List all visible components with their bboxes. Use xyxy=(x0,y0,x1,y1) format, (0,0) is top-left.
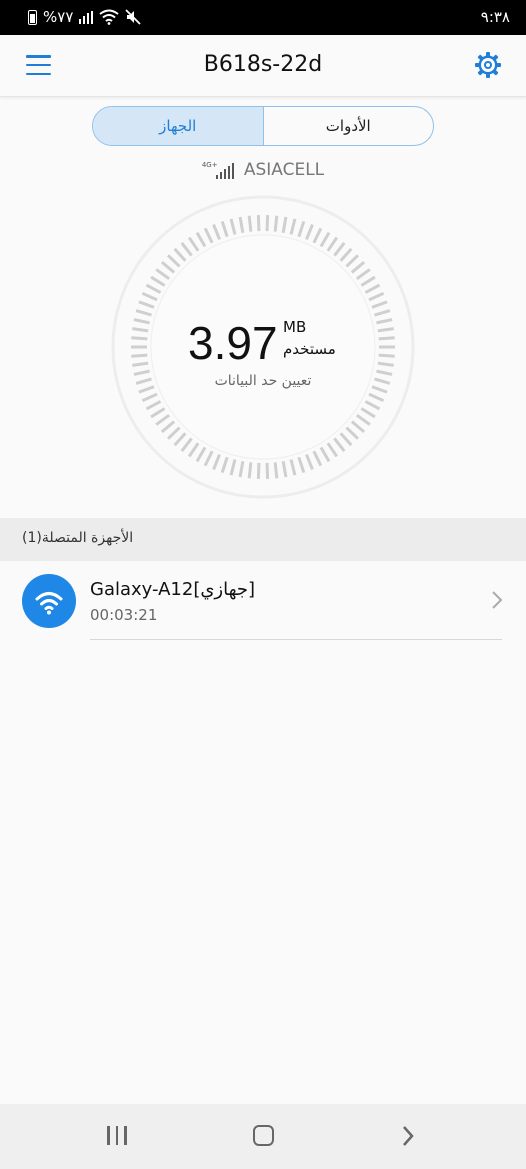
set-data-limit-link[interactable]: تعيين حد البيانات xyxy=(0,373,526,389)
gear-icon[interactable] xyxy=(474,51,502,79)
mute-icon xyxy=(125,9,142,25)
row-divider xyxy=(90,639,502,640)
usage-unit: MB xyxy=(283,318,307,336)
device-duration: 00:03:21 xyxy=(90,606,158,624)
gauge-tick xyxy=(247,462,253,479)
signal-icon xyxy=(79,10,94,24)
connected-devices-header: الأجهزة المتصلة(1) xyxy=(0,518,526,561)
device-name: Galaxy-A12[جهازي] xyxy=(90,579,256,600)
back-icon[interactable] xyxy=(400,1125,416,1147)
recent-apps-icon[interactable] xyxy=(107,1126,127,1145)
wifi-status-icon xyxy=(99,9,120,25)
clock: ٩:٣٨ xyxy=(480,8,510,26)
battery-icon xyxy=(28,9,37,25)
segment-tabs: الجهاز الأدوات xyxy=(92,106,434,146)
chevron-right-icon[interactable] xyxy=(490,590,504,610)
gauge-tick xyxy=(247,215,253,232)
battery-percent: %٧٧ xyxy=(43,8,74,26)
gauge-tick xyxy=(378,336,395,341)
connected-devices-title: الأجهزة المتصلة(1) xyxy=(22,530,134,546)
gauge-tick xyxy=(131,336,148,341)
network-signal-icon: 4G+ xyxy=(202,161,236,179)
system-nav-bar xyxy=(0,1104,526,1169)
app-header: B618s-22d xyxy=(0,35,526,97)
operator-info: 4G+ ASIACELL xyxy=(0,160,526,180)
usage-value: 3.97 xyxy=(188,317,278,369)
wifi-device-icon xyxy=(22,574,76,628)
gauge-tick xyxy=(273,462,279,479)
gauge-tick xyxy=(265,215,270,232)
status-bar: %٧٧ ٩:٣٨ xyxy=(0,0,526,35)
gauge-tick xyxy=(265,462,270,479)
tab-tools[interactable]: الأدوات xyxy=(262,107,434,145)
gauge-tick xyxy=(256,462,261,479)
device-row[interactable]: Galaxy-A12[جهازي] 00:03:21 xyxy=(0,561,526,641)
page-title: B618s-22d xyxy=(203,52,323,77)
operator-name: ASIACELL xyxy=(243,160,325,180)
status-icons: %٧٧ xyxy=(28,8,142,26)
home-icon[interactable] xyxy=(253,1125,274,1146)
gauge-tick xyxy=(378,353,395,358)
tab-device[interactable]: الجهاز xyxy=(93,107,263,145)
usage-used-label: مستخدم xyxy=(283,340,336,358)
gauge-tick xyxy=(131,353,148,358)
gauge-tick xyxy=(273,215,279,232)
gauge-tick xyxy=(256,215,261,232)
